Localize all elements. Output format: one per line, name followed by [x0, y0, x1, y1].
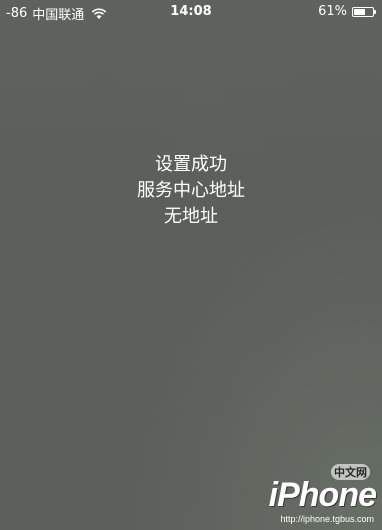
status-right: 61%: [318, 4, 376, 19]
message-line-status: 设置成功: [155, 154, 227, 175]
message-line-value: 无地址: [164, 206, 218, 227]
watermark: 中文网 iPhone http://iphone.tgbus.com: [226, 464, 377, 524]
battery-icon: [352, 6, 376, 17]
status-bar: -86 中国联通 14:08 61%: [0, 0, 382, 24]
message-line-label: 服务中心地址: [137, 180, 245, 201]
battery-percent: 61%: [318, 4, 347, 19]
battery-fill: [354, 8, 365, 15]
result-message: 设置成功 服务中心地址 无地址: [0, 152, 382, 230]
watermark-url: http://iphone.tgbus.com: [280, 514, 374, 524]
watermark-logo: iPhone: [268, 476, 377, 514]
